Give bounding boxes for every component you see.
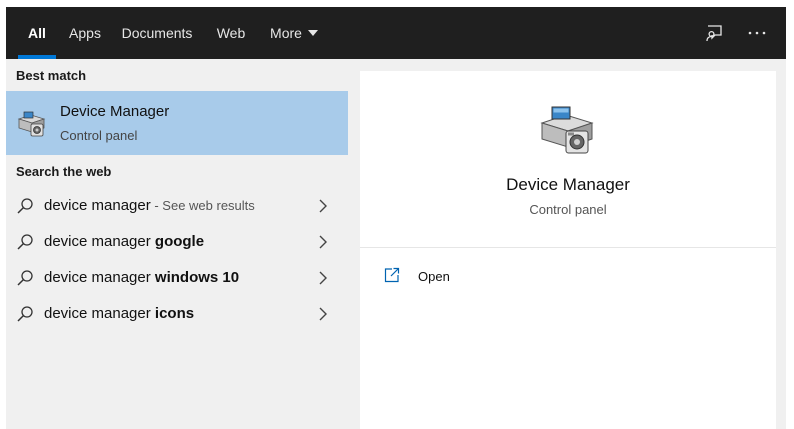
- search-icon: [16, 197, 34, 215]
- chevron-right-icon[interactable]: [317, 199, 329, 213]
- tab-more[interactable]: More: [266, 7, 322, 59]
- chevron-right-icon[interactable]: [317, 235, 329, 249]
- web-result-item[interactable]: device manager - See web results: [6, 188, 348, 224]
- search-window: All Apps Documents Web More Best match D…: [6, 7, 786, 429]
- filter-bar: All Apps Documents Web More: [6, 7, 786, 59]
- preview-subtitle: Control panel: [529, 202, 607, 217]
- search-icon: [16, 233, 34, 251]
- web-result-item[interactable]: device manager icons: [6, 296, 348, 332]
- search-icon: [16, 305, 34, 323]
- caret-down-icon: [307, 30, 318, 36]
- best-match-heading: Best match: [16, 68, 87, 83]
- divider: [360, 247, 776, 248]
- web-result-text: device manager windows 10: [44, 269, 240, 286]
- tab-apps[interactable]: Apps: [64, 7, 106, 59]
- device-manager-icon: [16, 107, 48, 139]
- web-result-text: device manager google: [44, 233, 205, 250]
- tab-documents[interactable]: Documents: [120, 7, 194, 59]
- tab-more-label: More: [270, 25, 302, 41]
- best-match-title: Device Manager: [60, 103, 170, 120]
- device-manager-icon: [538, 101, 598, 157]
- web-result-text: device manager icons: [44, 305, 195, 322]
- open-icon: [384, 267, 400, 283]
- open-action[interactable]: Open: [380, 264, 580, 290]
- web-result-item[interactable]: device manager google: [6, 224, 348, 260]
- web-result-text: device manager - See web results: [44, 197, 255, 214]
- search-web-heading: Search the web: [16, 164, 112, 179]
- chevron-right-icon[interactable]: [317, 271, 329, 285]
- best-match-item[interactable]: Device Manager Control panel: [6, 91, 348, 155]
- web-result-item[interactable]: device manager windows 10: [6, 260, 348, 296]
- tab-all[interactable]: All: [18, 7, 56, 59]
- chevron-right-icon[interactable]: [317, 307, 329, 321]
- search-icon: [16, 269, 34, 287]
- best-match-subtitle: Control panel: [60, 128, 138, 143]
- preview-pane: Device Manager Control panel Open: [360, 71, 776, 429]
- web-result-hint: - See web results: [150, 198, 255, 213]
- feedback-icon[interactable]: [701, 20, 727, 46]
- results-pane: Best match Device Manager Control panel …: [6, 59, 348, 429]
- preview-title: Device Manager: [506, 175, 630, 194]
- open-label: Open: [418, 269, 450, 284]
- tab-web[interactable]: Web: [213, 7, 249, 59]
- more-options-icon[interactable]: [744, 20, 770, 46]
